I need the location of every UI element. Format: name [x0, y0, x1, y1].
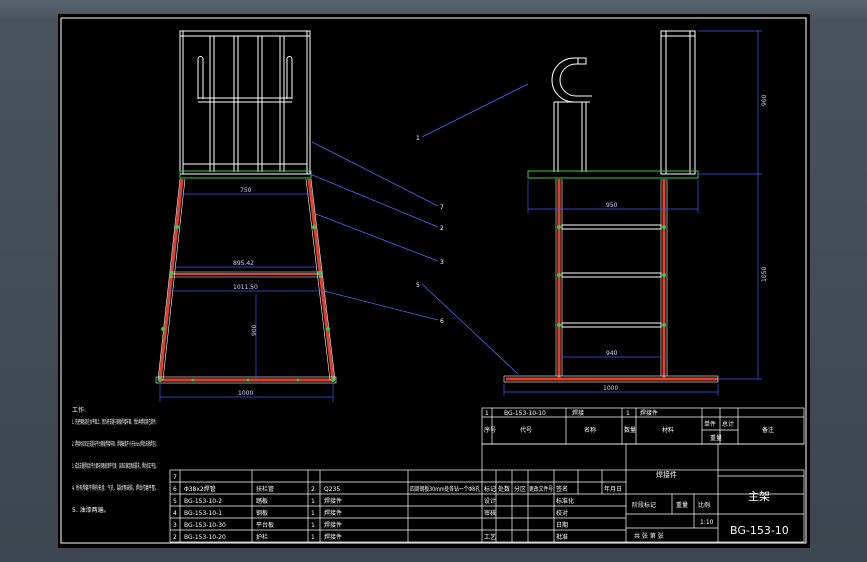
- callout-7: 7: [440, 204, 444, 211]
- scale-value: 1:10: [700, 519, 714, 526]
- weld-row-index: 1: [485, 410, 489, 417]
- part-index: 6: [173, 486, 177, 493]
- weight-label: 重量: [676, 501, 688, 509]
- weld-row-material: 焊接件: [640, 409, 658, 417]
- header-unit: 单件: [704, 420, 716, 428]
- header-material: 材料: [662, 426, 674, 434]
- part-qty: 1: [311, 510, 315, 517]
- part-name: 主架: [748, 490, 770, 503]
- part-qty: 1: [311, 522, 315, 529]
- header-code: 代号: [520, 426, 532, 434]
- weld-row-code: BG-153-10-10: [504, 410, 546, 417]
- part-qty: 1: [311, 498, 315, 505]
- ladder-rungs: [561, 224, 662, 328]
- part-material: 焊接件: [324, 521, 342, 529]
- header-total: 总计: [722, 420, 734, 428]
- sign-label: 签名: [556, 485, 568, 493]
- part-code: Φ38x2焊管: [184, 485, 216, 493]
- header-name: 名称: [584, 426, 596, 434]
- header-qty: 数量: [624, 426, 636, 434]
- header-index: 序号: [484, 426, 496, 434]
- side-elevation: [527, 30, 699, 179]
- parts-list: 7 6 Φ38x2焊管 扶栏管 2 Q235 5 BG-153-10-2 踏板 …: [173, 474, 480, 541]
- side-dimensions: [503, 30, 762, 396]
- sign-label: 校对: [556, 509, 568, 517]
- side-dim-base: 1000: [603, 385, 618, 392]
- front-elevation: [179, 30, 312, 179]
- sign-label: 处数: [498, 485, 510, 493]
- note-3: 3. 成品支腿焊接后平台面与钢板底面平行度，误差应满足图纸要求，焊后校正平直。: [72, 462, 158, 470]
- sign-label: 批准: [556, 533, 568, 541]
- part-index: 7: [173, 474, 177, 481]
- cad-drawing: 750 895.42 1011.50 900 1000 950 940 1000…: [60, 17, 807, 544]
- callout-2: 2: [440, 225, 444, 232]
- sign-label: 日期: [556, 521, 568, 529]
- sign-label: 标记: [484, 485, 496, 493]
- sign-label: 年月日: [604, 485, 622, 493]
- part-name: 平台板: [256, 521, 274, 529]
- part-material: 焊接件: [324, 497, 342, 505]
- front-dim-height: 900: [251, 324, 258, 336]
- side-dim-lower-height: 1050: [761, 267, 768, 282]
- part-index: 3: [173, 522, 177, 529]
- drawing-number: BG-153-10: [730, 524, 789, 537]
- note-4: 4. 所有焊缝不得有夹渣、气孔、裂纹等缺陷，焊后打磨平整。: [72, 484, 158, 492]
- part-material: 焊接件: [324, 533, 342, 541]
- stage-label: 阶段标记: [632, 501, 656, 509]
- side-dim-top: 950: [606, 202, 618, 209]
- sign-label: 工艺: [484, 533, 496, 541]
- front-legs: [158, 178, 335, 382]
- part-qty: 2: [311, 486, 315, 493]
- weld-row-qty: 1: [626, 410, 630, 417]
- front-dim-lower: 1011.50: [233, 284, 258, 291]
- front-dim-base: 1000: [238, 390, 253, 397]
- part-name: 钢板: [256, 509, 268, 517]
- sign-label: 更改文件号: [529, 485, 553, 493]
- technical-notes: 工作: 1. 先把钢板放在水平面上，然后将支腿与钢板焊接牢固，然后再焊接其它部件…: [72, 406, 158, 514]
- part-index: 5: [173, 498, 177, 505]
- drawing-sheet: 750 895.42 1011.50 900 1000 950 940 1000…: [58, 14, 810, 548]
- front-dim-top: 750: [240, 187, 252, 194]
- part-material: Q235: [324, 486, 340, 493]
- note-2: 2. 焊接时应保证支腿与平台钢板焊接牢固，焊缝高度不小于6mm(焊后去除焊渣)。: [72, 440, 158, 448]
- part-code: BG-153-10-30: [184, 522, 226, 529]
- sheet-border: [60, 17, 807, 544]
- part-code: BG-153-10-2: [184, 498, 222, 505]
- part-index: 2: [173, 534, 177, 541]
- callout-3: 3: [440, 259, 444, 266]
- front-dimensions: [159, 193, 334, 402]
- sign-label: 分区: [514, 485, 526, 493]
- front-dim-middle: 895.42: [233, 260, 254, 267]
- signature-block: 标记 处数 分区 更改文件号 签名 年月日 设计 标准化 审核 工艺 批准 校对…: [484, 485, 622, 541]
- remark-text: 四周钢板30mm处各钻一个Φ8孔: [410, 485, 480, 493]
- part-code: BG-153-10-20: [184, 534, 226, 541]
- header-remark: 备注: [762, 426, 774, 434]
- material-title: 焊接件: [656, 470, 677, 479]
- callout-6: 6: [440, 318, 444, 325]
- note-5: 5. 油漆两遍。: [72, 506, 110, 514]
- callout-5: 5: [416, 282, 420, 289]
- sign-label: 审核: [484, 509, 496, 517]
- weld-row-name: 焊接: [572, 409, 584, 417]
- side-dim-upper-height: 900: [761, 94, 768, 106]
- sign-label: 设计: [484, 497, 496, 505]
- notes-title: 工作:: [72, 406, 86, 414]
- part-index: 4: [173, 510, 177, 517]
- part-material: 焊接件: [324, 509, 342, 517]
- part-qty: 1: [311, 534, 315, 541]
- sign-label: 标准化: [556, 497, 574, 505]
- sheet-info: 共 张 第 张: [634, 532, 664, 540]
- note-1: 1. 先把钢板放在水平面上，然后将支腿与钢板焊接牢固，然后再焊接其它部件。: [72, 418, 158, 426]
- header-weight: 重量: [710, 434, 722, 442]
- leader-lines: [309, 83, 529, 375]
- part-name: 扶栏管: [256, 485, 274, 493]
- scale-label: 比例: [698, 501, 710, 509]
- part-name: 护栏: [256, 533, 268, 541]
- side-dim-rung: 940: [606, 350, 618, 357]
- part-code: BG-153-10-1: [184, 510, 222, 517]
- callout-1: 1: [416, 135, 420, 142]
- part-name: 踏板: [256, 497, 268, 505]
